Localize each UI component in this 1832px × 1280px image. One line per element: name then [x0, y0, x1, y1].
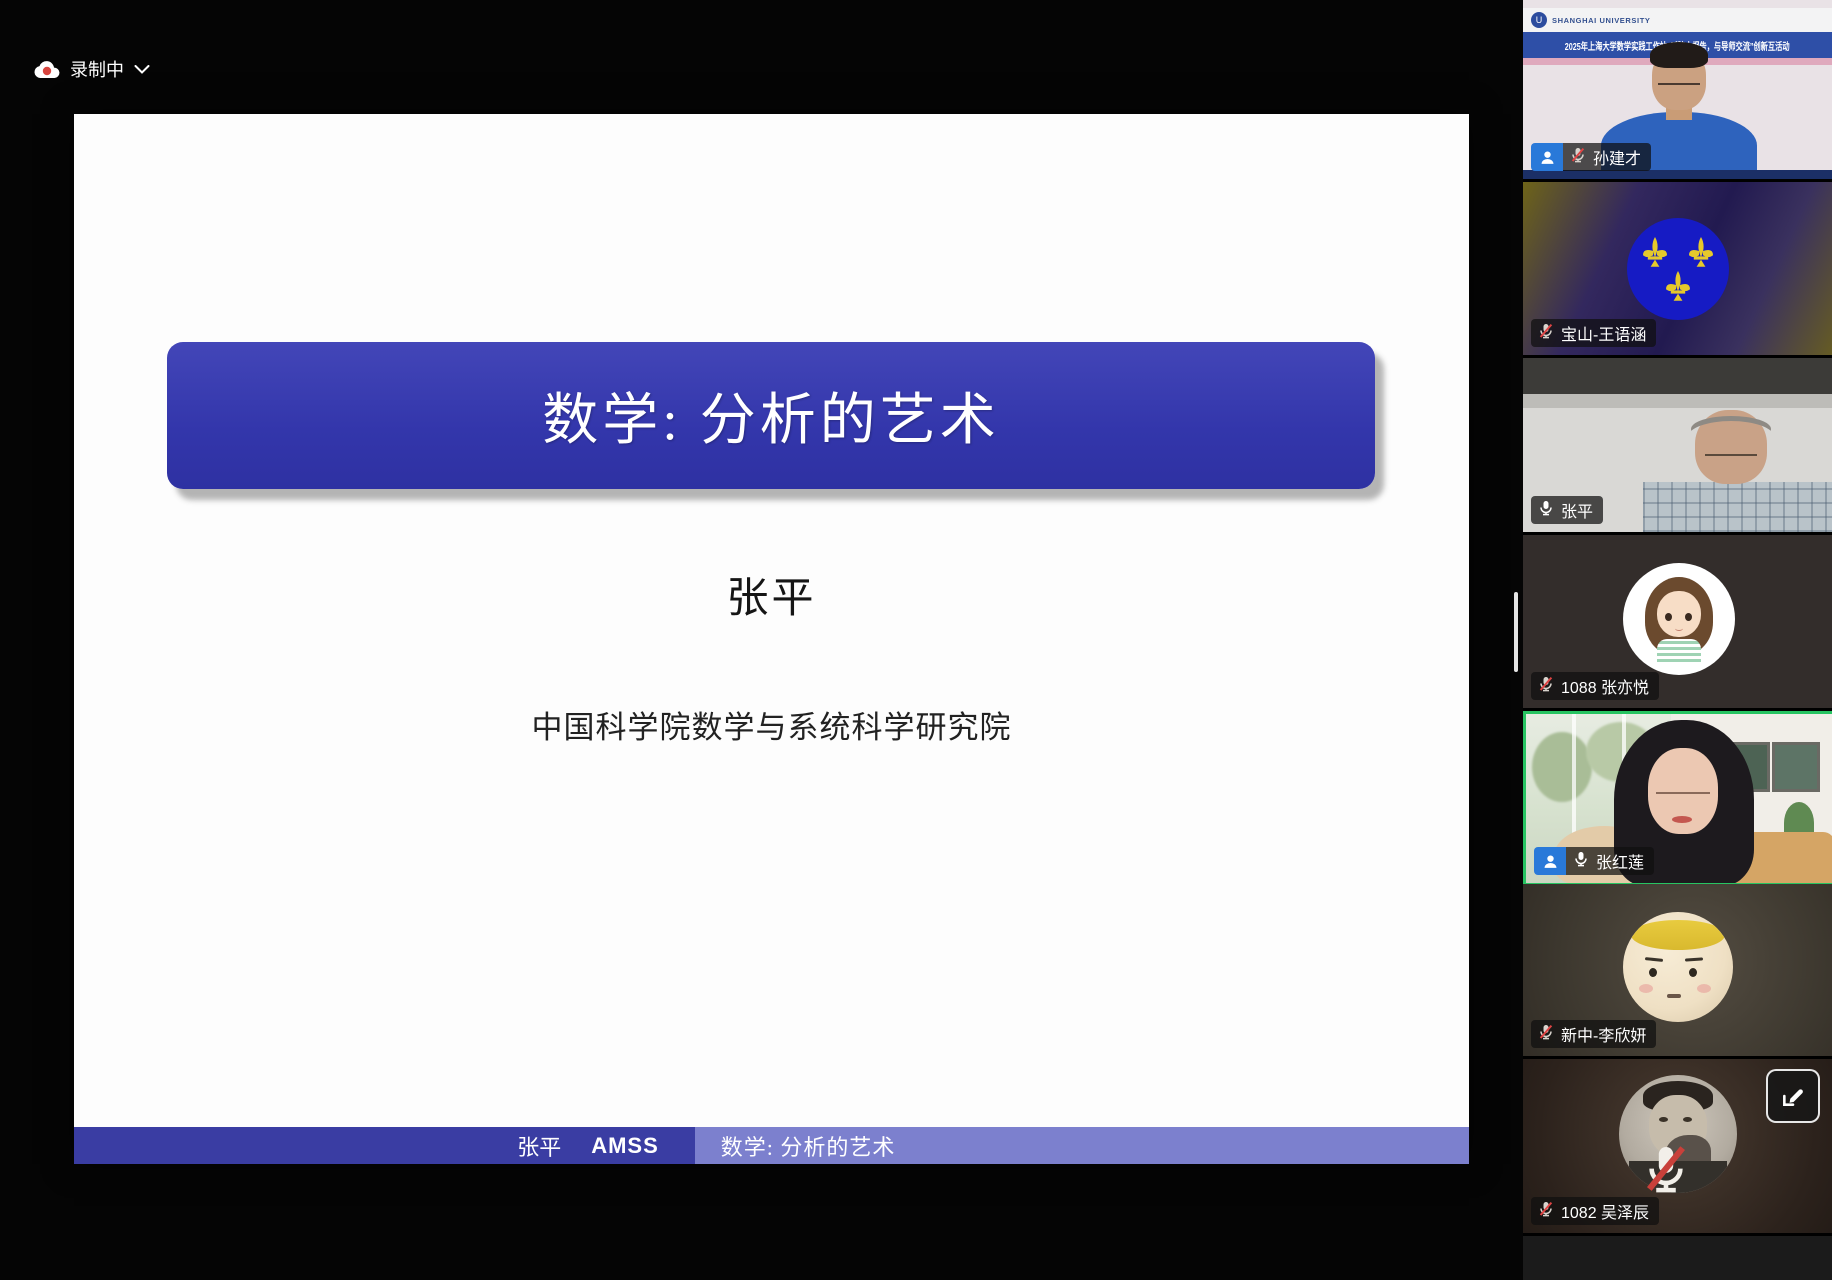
host-badge-icon: [1531, 143, 1563, 171]
recording-cloud-icon: [32, 59, 60, 79]
avatar-eye: [1689, 968, 1697, 977]
participant-name: 宝山-王语涵: [1561, 321, 1646, 345]
footer-author: 张平: [517, 1130, 561, 1162]
person-shirt: [1643, 482, 1832, 532]
mic-muted-icon: [1538, 676, 1554, 697]
participant-name: 张红莲: [1596, 849, 1644, 873]
recording-label: 录制中: [70, 56, 124, 82]
person-hair: [1691, 416, 1771, 442]
shanghai-university-logo: U: [1531, 12, 1547, 28]
participant-nametag: 宝山-王语涵: [1531, 319, 1656, 347]
participant-name: 1082 吴泽辰: [1561, 1199, 1649, 1223]
wall-shadow: [1523, 394, 1832, 408]
muted-mic-overlay-icon: [1643, 1143, 1689, 1202]
avatar-cheek: [1697, 984, 1711, 993]
participant-nametag: 张红莲: [1534, 847, 1654, 875]
video-tile-zhangyiyue[interactable]: 1088 张亦悦: [1523, 535, 1832, 708]
video-tile-lixinyan[interactable]: 新中-李欣妍: [1523, 884, 1832, 1056]
mic-muted-icon: [1538, 1024, 1554, 1045]
avatar-cheek: [1639, 984, 1653, 993]
chevron-down-icon[interactable]: [134, 65, 150, 74]
avatar-mouth: [1667, 994, 1681, 998]
avatar-eye: [1649, 968, 1657, 977]
slide-title: 数学: 分析的艺术: [542, 375, 1000, 456]
video-tile-partial[interactable]: [1523, 1236, 1832, 1280]
slide-affiliation: 中国科学院数学与系统科学研究院: [74, 702, 1469, 747]
host-badge-icon: [1534, 847, 1566, 875]
video-tile-wangyuhan[interactable]: 宝山-王语涵: [1523, 182, 1832, 355]
cartoon-girl-avatar: [1623, 563, 1735, 675]
participant-nametag: 1088 张亦悦: [1531, 672, 1659, 700]
university-name: SHANGHAI UNIVERSITY: [1552, 16, 1651, 25]
avatar-eye: [1683, 1117, 1692, 1122]
person-glasses: [1705, 444, 1757, 456]
slide-author: 张平: [74, 564, 1469, 625]
avatar-eye: [1659, 1117, 1668, 1122]
fleur-de-lis-icon: [1687, 236, 1715, 273]
footer-org: AMSS: [591, 1133, 659, 1159]
participant-nametag: 新中-李欣妍: [1531, 1020, 1656, 1048]
recording-control[interactable]: 录制中: [32, 56, 150, 82]
slide-title-banner: 数学: 分析的艺术: [167, 342, 1375, 489]
person-glasses: [1658, 74, 1700, 85]
shared-screen-slide: 数学: 分析的艺术 张平 中国科学院数学与系统科学研究院 张平 AMSS 数学:…: [74, 114, 1469, 1164]
fleur-de-lis-avatar: [1627, 218, 1729, 320]
video-tile-zhanghonglian-active-speaker[interactable]: 张红莲: [1523, 711, 1832, 886]
avatar-mouth: [1675, 626, 1683, 631]
avatar-eyebrow: [1685, 957, 1703, 961]
participant-name: 新中-李欣妍: [1561, 1022, 1646, 1046]
footer-title: 数学: 分析的艺术: [721, 1130, 896, 1162]
doll-avatar: [1623, 912, 1733, 1022]
slide-footer-left: 张平 AMSS: [74, 1127, 695, 1164]
sidebar-scrollbar[interactable]: [1514, 592, 1518, 672]
slide-footer: 张平 AMSS 数学: 分析的艺术: [74, 1127, 1469, 1164]
person-glasses: [1656, 780, 1710, 794]
mic-icon: [1573, 851, 1589, 872]
avatar-hair: [1631, 920, 1725, 950]
person-hair: [1650, 42, 1708, 68]
annotation-pen-button[interactable]: [1766, 1069, 1820, 1123]
avatar-eye: [1665, 613, 1672, 621]
fleur-de-lis-icon: [1641, 236, 1669, 273]
video-tile-sunjiancai[interactable]: U SHANGHAI UNIVERSITY 2025年上海大学数学实践工作站“听…: [1523, 0, 1832, 179]
university-header-strip: U SHANGHAI UNIVERSITY: [1523, 8, 1832, 32]
video-tile-wuzechen[interactable]: 1082 吴泽辰: [1523, 1059, 1832, 1233]
window-frame: [1523, 358, 1832, 394]
mic-muted-icon: [1538, 1201, 1554, 1222]
avatar-eye: [1685, 613, 1692, 621]
slide-footer-right: 数学: 分析的艺术: [695, 1127, 1469, 1164]
avatar-shirt: [1657, 639, 1701, 665]
participants-sidebar: U SHANGHAI UNIVERSITY 2025年上海大学数学实践工作站“听…: [1523, 0, 1832, 1280]
participant-nametag: 张平: [1531, 496, 1603, 524]
participant-name: 1088 张亦悦: [1561, 674, 1649, 698]
participant-name: 张平: [1561, 498, 1593, 522]
wall-art: [1772, 742, 1820, 792]
mic-icon: [1538, 500, 1554, 521]
participant-nametag: 孙建才: [1531, 143, 1651, 171]
tree-foliage: [1532, 732, 1592, 802]
participant-name: 孙建才: [1593, 145, 1641, 169]
desk-edge: [1523, 170, 1832, 179]
mic-muted-icon: [1538, 323, 1554, 344]
avatar-eyebrow: [1645, 957, 1663, 962]
participant-nametag: 1082 吴泽辰: [1531, 1197, 1659, 1225]
fleur-de-lis-icon: [1664, 270, 1692, 307]
mic-muted-icon: [1570, 147, 1586, 168]
video-tile-zhangping[interactable]: 张平: [1523, 358, 1832, 532]
person-lips: [1672, 816, 1692, 823]
